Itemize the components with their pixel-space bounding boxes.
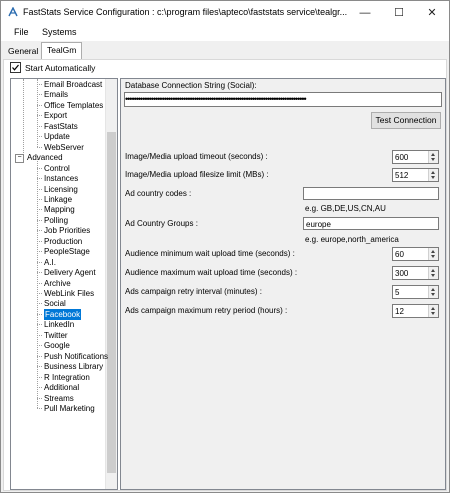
tree-connector (37, 79, 38, 148)
tree-item-a-i[interactable]: A.I. (44, 257, 56, 268)
tree-item-emails[interactable]: Emails (44, 89, 68, 100)
tree-item-facebook[interactable]: Facebook (44, 308, 82, 320)
tree-item-pull-marketing[interactable]: Pull Marketing (44, 403, 95, 414)
tree-item-weblink-files[interactable]: WebLink Files (44, 288, 94, 299)
spinner-arrows-icon[interactable] (428, 286, 438, 298)
tree-scrollbar[interactable] (105, 79, 117, 489)
close-button[interactable]: ✕ (415, 1, 449, 24)
tree-item-social[interactable]: Social (44, 298, 66, 309)
tree-item-licensing[interactable]: Licensing (44, 184, 78, 195)
checkmark-icon (12, 64, 19, 71)
tree-item-control[interactable]: Control (44, 163, 70, 174)
country-groups-input[interactable]: europe (303, 217, 439, 230)
spinner-arrows-icon[interactable] (428, 305, 438, 317)
tree-item-office-templates[interactable]: Office Templates (44, 100, 103, 111)
tree-item-peoplestage[interactable]: PeopleStage (44, 246, 90, 257)
country-codes-label: Ad country codes : (125, 189, 192, 198)
spinner-arrows-icon[interactable] (428, 248, 438, 260)
tree-item-linkedin[interactable]: LinkedIn (44, 319, 74, 330)
maximize-button[interactable]: ☐ (382, 1, 416, 24)
start-automatically-checkbox[interactable] (10, 62, 21, 73)
tab-strip: General TealGm (1, 41, 449, 59)
spinner-arrows-icon[interactable] (428, 267, 438, 279)
tree-item-additional[interactable]: Additional (44, 382, 79, 393)
upload-timeout-spinner[interactable]: 600 (392, 150, 439, 164)
app-icon (8, 7, 18, 17)
filesize-value: 512 (395, 171, 409, 180)
country-groups-hint: e.g. europe,north_america (305, 235, 399, 244)
retry-interval-spinner[interactable]: 5 (392, 285, 439, 299)
facebook-settings-panel: Database Connection String (Social): •••… (120, 78, 446, 490)
db-connection-input[interactable]: ••••••••••••••••••••••••••••••••••••••••… (124, 92, 442, 107)
tree-scrollbar-thumb[interactable] (107, 132, 116, 473)
audience-min-value: 60 (395, 250, 404, 259)
tree-item-instances[interactable]: Instances (44, 173, 78, 184)
tree-item-faststats[interactable]: FastStats (44, 121, 78, 132)
window-title: FastStats Service Configuration : c:\pro… (23, 7, 348, 17)
retry-max-value: 12 (395, 307, 404, 316)
tree-item-webserver[interactable]: WebServer (44, 142, 84, 153)
tree-item-twitter[interactable]: Twitter (44, 330, 68, 341)
tree-item-export[interactable]: Export (44, 110, 67, 121)
tree-item-archive[interactable]: Archive (44, 278, 71, 289)
filesize-spinner[interactable]: 512 (392, 168, 439, 182)
retry-interval-label: Ads campaign retry interval (minutes) : (125, 287, 262, 296)
audience-min-label: Audience minimum wait upload time (secon… (125, 249, 295, 258)
retry-max-label: Ads campaign maximum retry period (hours… (125, 306, 288, 315)
collapse-icon[interactable]: − (15, 154, 24, 164)
retry-max-spinner[interactable]: 12 (392, 304, 439, 318)
tree-group-advanced[interactable]: Advanced (27, 152, 63, 163)
country-groups-label: Ad Country Groups : (125, 219, 198, 228)
tree-item-google[interactable]: Google (44, 340, 70, 351)
spinner-arrows-icon[interactable] (428, 151, 438, 163)
tree-item-linkage[interactable]: Linkage (44, 194, 72, 205)
app-window: FastStats Service Configuration : c:\pro… (0, 0, 450, 493)
audience-min-spinner[interactable]: 60 (392, 247, 439, 261)
tree-item-production[interactable]: Production (44, 236, 82, 247)
audience-max-value: 300 (395, 269, 409, 278)
tab-panel: Start Automatically Email Broadcast Email… (3, 59, 447, 491)
title-bar: FastStats Service Configuration : c:\pro… (1, 1, 449, 24)
tree-item-r-integration[interactable]: R Integration (44, 372, 90, 383)
menu-systems[interactable]: Systems (42, 27, 77, 37)
menu-file[interactable]: File (14, 27, 29, 37)
audience-max-label: Audience maximum wait upload time (secon… (125, 268, 298, 277)
tree-item-business-library[interactable]: Business Library (44, 361, 103, 372)
tab-general[interactable]: General (8, 46, 38, 56)
minimize-button[interactable]: — (348, 1, 382, 24)
tree-item-streams[interactable]: Streams (44, 393, 74, 404)
tree-item-email-broadcast[interactable]: Email Broadcast (44, 79, 102, 90)
tree-item-push-notifications[interactable]: Push Notifications (44, 351, 108, 362)
country-codes-hint: e.g. GB,DE,US,CN,AU (305, 204, 386, 213)
start-automatically-label: Start Automatically (25, 62, 96, 73)
tab-tealgm[interactable]: TealGm (41, 42, 83, 59)
spinner-arrows-icon[interactable] (428, 169, 438, 181)
settings-tree[interactable]: Email Broadcast Emails Office Templates Exp… (10, 78, 118, 490)
tree-connector (23, 79, 24, 158)
filesize-label: Image/Media upload filesize limit (MBs) … (125, 170, 269, 179)
tree-item-polling[interactable]: Polling (44, 215, 68, 226)
tree-connector (37, 158, 38, 409)
menu-bar: File Systems (1, 24, 449, 41)
test-connection-button[interactable]: Test Connection (371, 112, 441, 129)
tree-item-update[interactable]: Update (44, 131, 70, 142)
start-automatically[interactable]: Start Automatically (10, 62, 95, 73)
db-connection-label: Database Connection String (Social): (125, 81, 257, 90)
audience-max-spinner[interactable]: 300 (392, 266, 439, 280)
upload-timeout-label: Image/Media upload timeout (seconds) : (125, 152, 268, 161)
country-codes-input[interactable] (303, 187, 439, 200)
upload-timeout-value: 600 (395, 153, 409, 162)
tree-item-job-priorities[interactable]: Job Priorities (44, 225, 90, 236)
tree-item-mapping[interactable]: Mapping (44, 204, 75, 215)
retry-interval-value: 5 (395, 288, 400, 297)
tree-item-delivery-agent[interactable]: Delivery Agent (44, 267, 96, 278)
